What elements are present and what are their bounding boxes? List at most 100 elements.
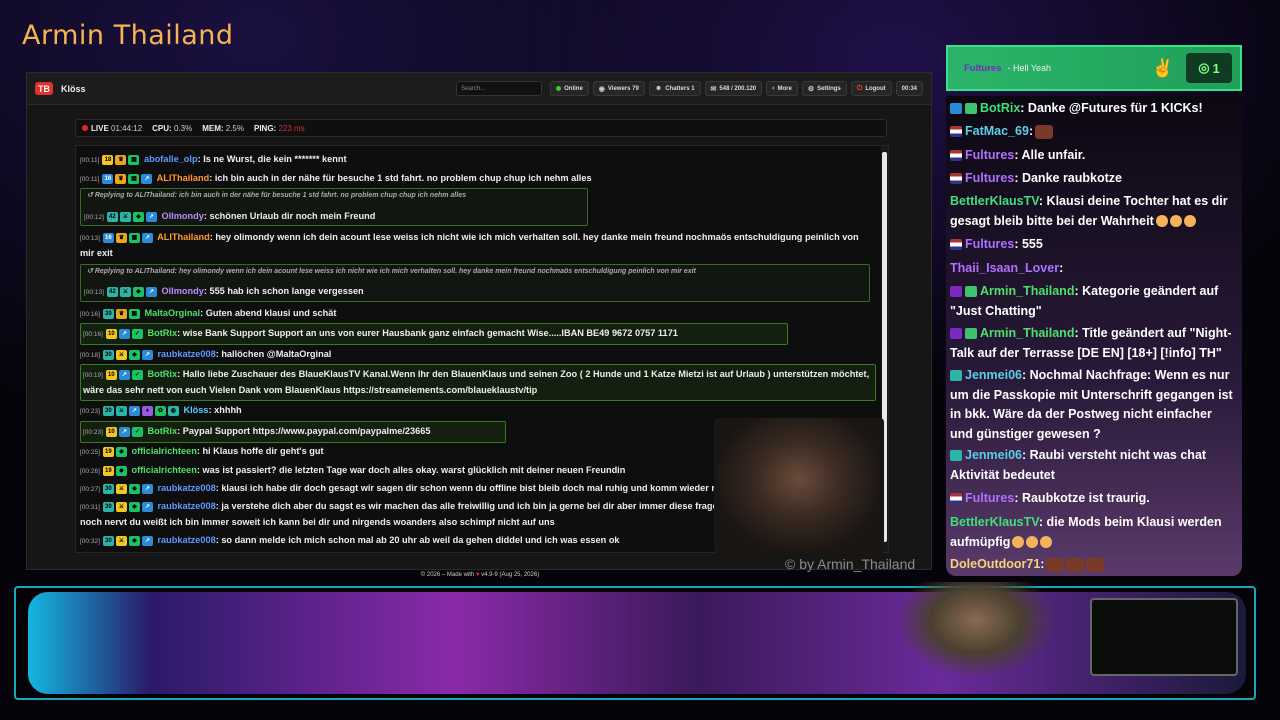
overlay-username: Fultures <box>965 148 1015 162</box>
crown-badge-icon: ♛ <box>115 232 127 243</box>
overlay-username: Armin_Thailand <box>980 326 1075 340</box>
bot-badge-icon: ↗ <box>118 426 130 437</box>
logout-button[interactable]: ⏻ Logout <box>850 81 892 96</box>
crown-badge-icon: ♛ <box>115 308 127 319</box>
chat-message: [00:13] 42 ⚔ ◆ ↗ Ollmondy: 555 hab ich schon… <box>84 286 364 297</box>
diamond-badge-icon: ◆ <box>115 465 127 476</box>
reply-context: ↺ Replying to ALIThailand: hey olimondy … <box>81 265 869 277</box>
app-topbar: TB Klöss Search... Online ◉ Viewers 79 ☻ C… <box>27 73 931 105</box>
chat-message: [00:13] 16 ♛ ▦ ↗ ALIThailand: hey olimondy w… <box>80 232 859 258</box>
username[interactable]: Ollmondy <box>161 211 203 221</box>
timestamp: [00:32] <box>80 538 100 545</box>
overlay-username: Jenmei06 <box>965 448 1022 462</box>
username[interactable]: ALIThailand <box>157 232 210 242</box>
bottom-gradient-panel <box>28 592 1246 694</box>
footer-version: v4.9-9 (Aug 25, 2026) <box>481 572 540 578</box>
username[interactable]: raubkatze008 <box>157 483 215 493</box>
diamond-badge-icon: ◆ <box>128 483 140 494</box>
message-text: so dann melde ich mich schon mal ab 20 u… <box>221 535 620 545</box>
username[interactable]: BotRix <box>147 369 177 379</box>
username[interactable]: abofalle_olp <box>144 154 198 164</box>
subscriber-badge-icon: 19 <box>102 465 114 476</box>
username[interactable]: MaltaOrginal <box>144 308 200 318</box>
reply-text: Replying to ALIThailand: hey olimondy we… <box>94 268 696 275</box>
emote-icon <box>1046 557 1065 572</box>
username[interactable]: Klöss <box>183 405 208 415</box>
overlay-message: DoleOutdoor71: <box>950 555 1236 575</box>
chatters-button[interactable]: ☻ Chatters 1 <box>648 81 701 96</box>
overlay-message: BettlerKlausTV: die Mods beim Klausi wer… <box>950 513 1236 552</box>
verified-badge-icon: ↗ <box>141 501 153 512</box>
mod-badge-icon: ⚔ <box>119 286 131 297</box>
mod-badge-icon: ⚔ <box>119 211 131 222</box>
cpu-stat: CPU: 0.3% <box>152 124 192 133</box>
username[interactable]: raubkatze008 <box>157 501 215 511</box>
crown-badge-icon: ♛ <box>115 173 127 184</box>
timestamp: [00:27] <box>80 486 100 493</box>
username[interactable]: ALIThailand <box>157 173 210 183</box>
settings-label: Settings <box>817 85 841 92</box>
overlay-text: : <box>1040 557 1045 571</box>
followers-label: 548 / 200.120 <box>719 85 757 92</box>
mem-value: 2.5% <box>225 123 244 133</box>
message-text: Guten abend klausi und schät <box>205 308 337 318</box>
online-button[interactable]: Online <box>550 81 589 96</box>
watermark: © by Armin_Thailand <box>785 556 916 572</box>
subscriber-badge-icon: 16 <box>102 232 114 243</box>
overlay-text: : Danke @Futures für 1 KICKs! <box>1020 101 1203 115</box>
username[interactable]: raubkatze008 <box>157 535 215 545</box>
mem-label: MEM: <box>202 123 224 133</box>
username[interactable]: Ollmondy <box>161 286 203 296</box>
streamer-webcam <box>714 418 884 554</box>
username[interactable]: officialrichteen <box>131 465 196 475</box>
overlay-message: Fultures: Danke raubkotze <box>950 169 1236 189</box>
topbar-controls: Search... Online ◉ Viewers 79 ☻ Chatters 1… <box>456 81 923 96</box>
followers-button[interactable]: ✉ 548 / 200.120 <box>704 81 763 96</box>
subscriber-badge-icon: 10 <box>105 426 117 437</box>
emoji-icon <box>1026 536 1039 549</box>
guest-webcam <box>896 582 1056 678</box>
overlay-message: FatMac_69: <box>950 122 1236 142</box>
overlay-username: Armin_Thailand <box>980 284 1075 298</box>
message-text: schönen Urlaub dir noch mein Freund <box>209 211 376 221</box>
overlay-username: FatMac_69 <box>965 124 1029 138</box>
alert-message: - Hell Yeah <box>1007 63 1052 73</box>
overlay-username: Fultures <box>965 491 1015 505</box>
diamond-badge-icon: ◆ <box>132 211 144 222</box>
subscriber-badge-icon: 30 <box>102 535 114 546</box>
timestamp: [00:23] <box>80 408 100 415</box>
settings-button[interactable]: ⚙ Settings <box>801 81 847 96</box>
username[interactable]: BotRix <box>147 426 177 436</box>
subscriber-badge-icon: 42 <box>106 286 118 297</box>
broadcaster-icon <box>950 286 962 298</box>
search-input[interactable]: Search... <box>456 81 543 96</box>
reply-context: ↺ Replying to ALIThailand: ich bin auch … <box>81 189 587 201</box>
chat-message: [00:16] 30 ♛ ▦ MaltaOrginal: Guten abend kl… <box>80 308 337 319</box>
overlay-username: DoleOutdoor71 <box>950 557 1041 571</box>
timestamp: [00:23] <box>83 429 103 436</box>
overlay-text: : 555 <box>1014 237 1043 251</box>
overlay-message: Jenmei06: Nochmal Nachfrage: Wenn es nur… <box>950 366 1236 444</box>
ping-label: PING: <box>253 123 277 133</box>
username[interactable]: BotRix <box>147 328 177 338</box>
verified-icon <box>965 286 977 298</box>
logout-icon: ⏻ <box>856 84 863 92</box>
thai-flag-icon <box>950 126 962 138</box>
viewers-button[interactable]: ◉ Viewers 79 <box>592 81 645 96</box>
chat-message: [00:11] 16 ♛ ▦ ↗ ALIThailand: ich bin auch i… <box>80 173 592 184</box>
chat-bubble-icon: ✉ <box>710 85 717 93</box>
crown-badge-icon: ♛ <box>115 154 127 165</box>
subscriber-badge-icon: 10 <box>105 369 117 380</box>
ping-stat: PING: 223 ms <box>254 124 305 133</box>
channel-title: Armin Thailand <box>22 20 234 51</box>
username[interactable]: officialrichteen <box>131 446 196 456</box>
sword-badge-icon: ⚔ <box>115 349 127 360</box>
alert-username: Fultures <box>964 62 1002 74</box>
timestamp: [00:11] <box>80 176 100 183</box>
subscriber-badge-icon: 30 <box>102 501 114 512</box>
footer-prefix: © 2026 – Made with <box>420 572 475 578</box>
overlay-message: Jenmei06: Raubi versteht nicht was chat … <box>950 446 1236 485</box>
more-button[interactable]: ‹ More <box>766 81 798 96</box>
verified-check-icon: ✓ <box>131 328 143 339</box>
username[interactable]: raubkatze008 <box>157 349 215 359</box>
